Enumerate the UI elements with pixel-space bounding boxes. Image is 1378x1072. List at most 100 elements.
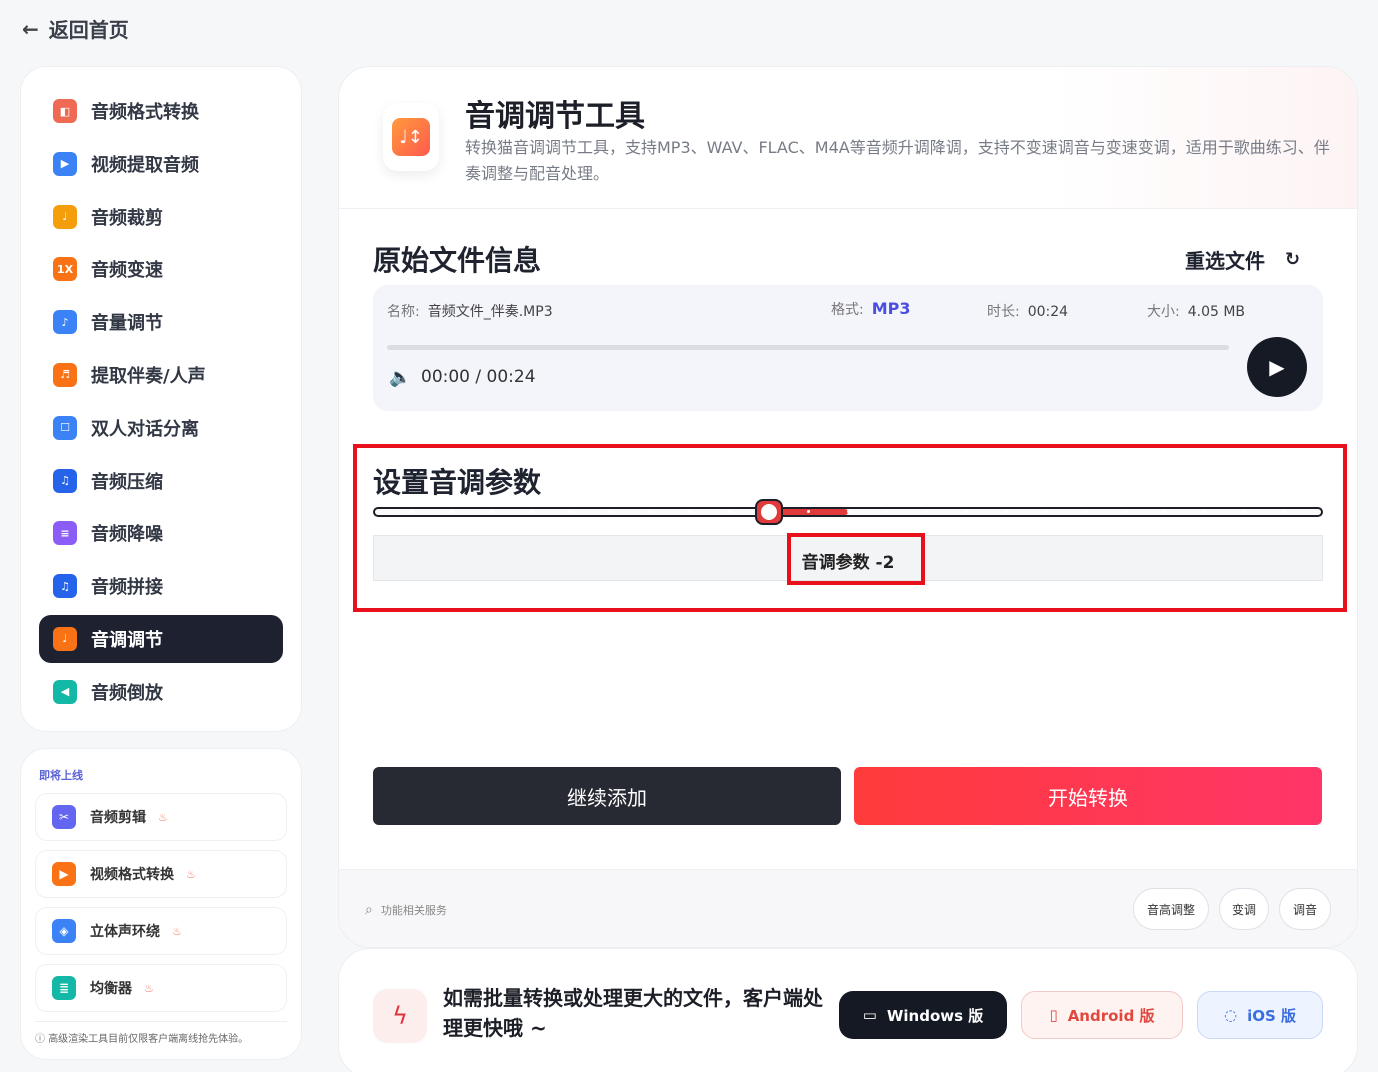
sidebar-item-label: 双人对话分离 xyxy=(91,418,199,440)
tool-header: ♩↕ 音调调节工具 转换猫音调调节工具，支持MP3、WAV、FLAC、M4A等音… xyxy=(339,67,1357,209)
ios-label: iOS 版 xyxy=(1247,1006,1296,1025)
tag-tuning[interactable]: 调音 xyxy=(1279,888,1331,930)
coming-soon-note-text: 高级渲染工具目前仅限客户端离线抢先体验。 xyxy=(48,1034,249,1045)
page-description: 转换猫音调调节工具，支持MP3、WAV、FLAC、M4A等音频升调降调，支持不变… xyxy=(465,138,1330,183)
reselect-file-label: 重选文件 xyxy=(1185,249,1265,273)
sidebar-item-label: 音频降噪 xyxy=(91,524,163,546)
pitch-slider-step xyxy=(846,510,850,513)
flame-icon: ♨ xyxy=(158,810,168,824)
sidebar-item[interactable]: ◀ 音频倒放 xyxy=(39,668,283,716)
sidebar-item-label: 提取伴奏/人声 xyxy=(91,365,206,387)
start-convert-button[interactable]: 开始转换 xyxy=(854,767,1322,825)
sidebar-item-label: 音调调节 xyxy=(91,629,163,651)
pitch-slider-step xyxy=(1004,510,1008,513)
pitch-slider-step xyxy=(1281,510,1285,513)
sidebar-item-label: 音频倒放 xyxy=(91,682,163,704)
pitch-slider-step xyxy=(1123,510,1127,513)
sidebar-item[interactable]: ♪ 音量调节 xyxy=(39,298,283,346)
sidebar-item-label: 音频裁剪 xyxy=(91,207,163,229)
pitch-tool-icon: ♩↕ xyxy=(383,103,439,171)
search-icon: ⌕ xyxy=(365,902,373,918)
tool-icon: ♫ xyxy=(53,574,77,599)
tool-icon: ♩ xyxy=(53,626,77,651)
coming-soon-item[interactable]: ▶ 视频格式转换 ♨ xyxy=(35,850,287,898)
tool-icon: ◈ xyxy=(52,919,76,943)
tool-icon: ♩ xyxy=(53,204,77,229)
sidebar-item[interactable]: ▶ 视频提取音频 xyxy=(39,140,283,188)
sidebar-item-label: 音频变速 xyxy=(91,260,163,282)
coming-soon-title: 即将上线 xyxy=(39,769,83,782)
coming-soon-item[interactable]: ✂ 音频剪辑 ♨ xyxy=(35,793,287,841)
sidebar-item-label: 音频格式转换 xyxy=(91,102,199,123)
pitch-slider-thumb[interactable] xyxy=(754,499,783,525)
windows-download-button[interactable]: ▭ Windows 版 xyxy=(839,991,1007,1039)
sidebar-item[interactable]: ≡ 音频降噪 xyxy=(39,509,283,557)
tool-icon: ≣ xyxy=(52,976,76,1000)
sidebar-item[interactable]: ♩ 音频裁剪 xyxy=(39,193,283,241)
pitch-slider-step xyxy=(648,510,652,513)
coming-soon-label: 视频格式转换 xyxy=(90,867,174,883)
tool-icon: ▶ xyxy=(53,151,77,176)
file-size: 大小: 4.05 MB xyxy=(1147,301,1245,321)
file-duration: 时长: 00:24 xyxy=(987,301,1068,321)
sidebar-item[interactable]: ♬ 提取伴奏/人声 xyxy=(39,351,283,399)
sidebar-item[interactable]: ◧ 音频格式转换 xyxy=(39,87,283,135)
ios-download-button[interactable]: ◌ iOS 版 xyxy=(1197,991,1323,1039)
pitch-slider-step xyxy=(450,510,454,513)
pitch-slider-step xyxy=(806,510,810,513)
coming-soon-note: ⓘ 高级渲染工具目前仅限客户端离线抢先体验。 xyxy=(35,1021,287,1045)
related-services: ⌕ 功能相关服务 xyxy=(365,902,447,918)
windows-label: Windows 版 xyxy=(886,1006,984,1025)
sidebar-item[interactable]: 1X 音频变速 xyxy=(39,245,283,293)
page-title: 音调调节工具 xyxy=(465,99,645,134)
pitch-slider-step xyxy=(529,510,533,513)
sidebar-item-label: 音频压缩 xyxy=(91,471,163,493)
tool-icon: ♫ xyxy=(53,468,77,493)
sidebar-item-label: 音量调节 xyxy=(91,313,163,335)
tool-icon: ✂ xyxy=(52,805,76,829)
related-services-bar: ⌕ 功能相关服务 音高调整 变调 调音 xyxy=(339,869,1357,947)
tool-icon: ◀ xyxy=(53,679,77,704)
coming-soon-label: 立体声环绕 xyxy=(90,924,160,940)
android-label: Android 版 xyxy=(1067,1006,1155,1025)
client-promo: ϟ 如需批量转换或处理更大的文件，客户端处理更快哦 ~ ▭ Windows 版 … xyxy=(338,948,1358,1072)
reselect-file-button[interactable]: 重选文件 ↻ xyxy=(1185,245,1300,274)
back-home-link[interactable]: ← 返回首页 xyxy=(22,14,129,43)
flame-icon: ♨ xyxy=(186,867,196,881)
sidebar-item[interactable]: ☐ 双人对话分离 xyxy=(39,404,283,452)
continue-add-button[interactable]: 继续添加 xyxy=(373,767,841,825)
sidebar-item[interactable]: ♫ 音频拼接 xyxy=(39,562,283,610)
sidebar-item[interactable]: ♩ 音调调节 xyxy=(39,614,283,663)
file-info-box: 名称: 音频文件_伴奏.MP3 格式: MP3 时长: 00:24 大小: 4.05 M… xyxy=(373,285,1323,411)
sidebar-item[interactable]: ♫ 音频压缩 xyxy=(39,457,283,505)
play-button[interactable]: ▶ xyxy=(1247,337,1307,397)
related-services-label: 功能相关服务 xyxy=(380,904,447,917)
file-name: 名称: 音频文件_伴奏.MP3 xyxy=(387,301,553,321)
tool-icon: ♪ xyxy=(53,310,77,335)
pitch-value-box: 音调参数 -2 xyxy=(373,535,1323,581)
coming-soon-item[interactable]: ≣ 均衡器 ♨ xyxy=(35,964,287,1012)
file-info-title: 原始文件信息 xyxy=(373,244,542,277)
pitch-slider[interactable] xyxy=(373,499,1323,525)
tool-card: ♩↕ 音调调节工具 转换猫音调调节工具，支持MP3、WAV、FLAC、M4A等音… xyxy=(338,66,1358,948)
pitch-slider-step xyxy=(1084,510,1087,513)
file-duration-key: 时长: xyxy=(987,304,1020,320)
tag-transpose[interactable]: 变调 xyxy=(1219,888,1269,930)
arrow-left-icon: ← xyxy=(22,16,39,41)
flame-icon: ♨ xyxy=(144,981,154,995)
coming-soon-item[interactable]: ◈ 立体声环绕 ♨ xyxy=(35,907,287,955)
pitch-settings-title: 设置音调参数 xyxy=(373,466,542,499)
sidebar: ◧ 音频格式转换 ▶ 视频提取音频 ♩ 音频裁剪 1X 音频变速 ♪ 音量调节 ♬ 提取伴奏/人声 ☐ 双… xyxy=(20,66,302,732)
monitor-icon: ▭ xyxy=(862,1006,877,1024)
android-download-button[interactable]: ▯ Android 版 xyxy=(1021,991,1183,1039)
playback-progress-bar[interactable] xyxy=(387,345,1229,350)
file-size-key: 大小: xyxy=(1147,304,1180,320)
volume-icon[interactable]: 🔈 xyxy=(389,367,411,388)
refresh-icon: ↻ xyxy=(1285,249,1301,270)
file-name-value: 音频文件_伴奏.MP3 xyxy=(427,304,553,320)
tool-icon: ☐ xyxy=(53,415,77,440)
tool-icon: ◧ xyxy=(53,99,77,123)
pitch-value-label: 音调参数 -2 xyxy=(801,553,895,573)
coming-soon-label: 音频剪辑 xyxy=(90,810,146,826)
tag-pitch-adjust[interactable]: 音高调整 xyxy=(1133,888,1209,930)
